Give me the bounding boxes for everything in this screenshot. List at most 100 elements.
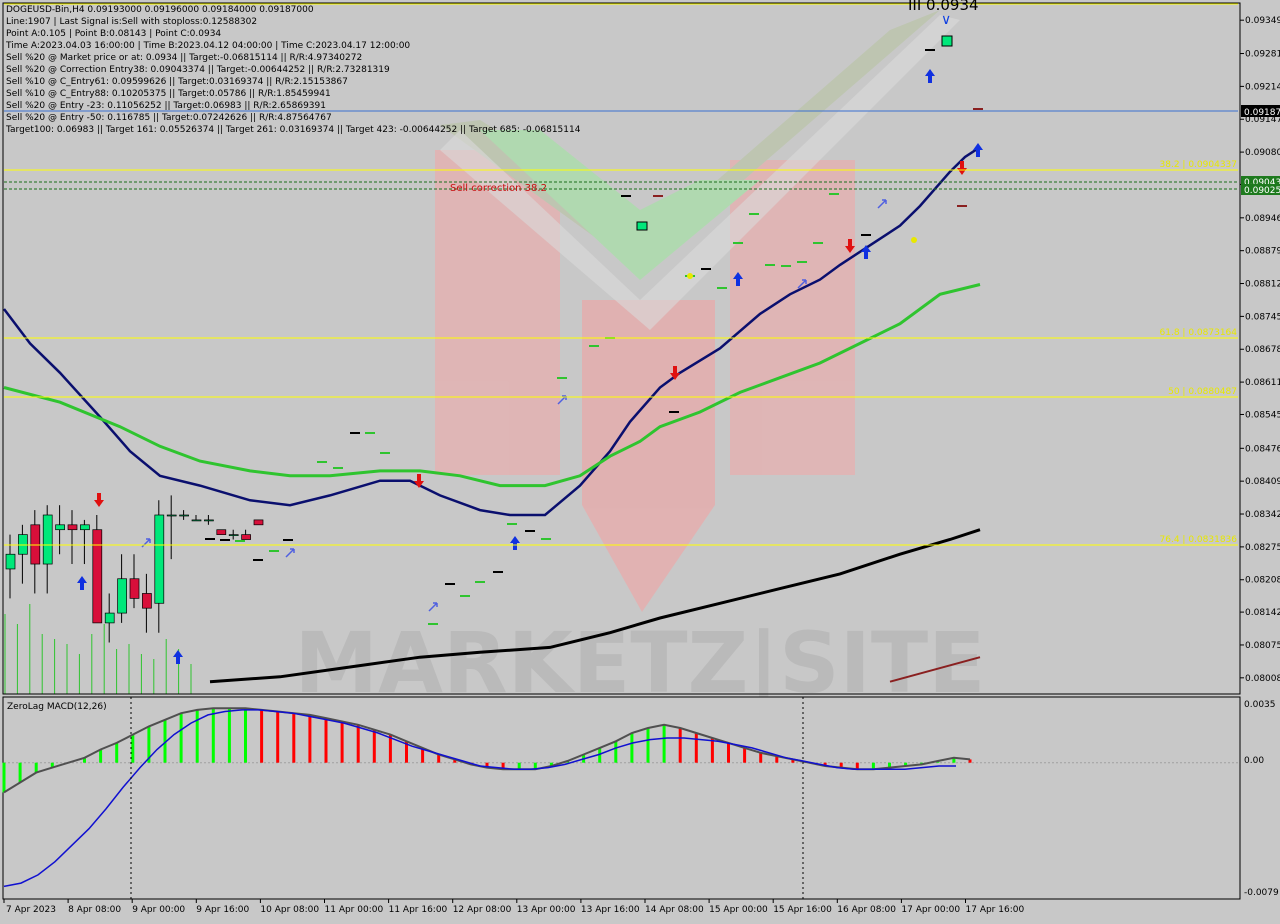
time-label: 11 Apr 16:00 — [389, 905, 448, 915]
signal-dash — [797, 261, 807, 263]
signal-dash — [460, 595, 470, 597]
candle-body — [228, 534, 239, 536]
signal-dash — [701, 268, 711, 270]
candle-body — [191, 519, 202, 522]
price-label: 0.08745 — [1245, 312, 1280, 322]
candle-body — [241, 534, 251, 540]
signal-dash — [653, 195, 663, 197]
sell-correction-label: Sell correction 38.2 — [450, 183, 547, 194]
candle-body — [117, 578, 127, 614]
candle-body — [154, 514, 165, 604]
signal-dash — [365, 432, 375, 434]
signal-dash — [269, 550, 279, 552]
signal-dash — [669, 411, 679, 413]
time-label: 11 Apr 00:00 — [325, 905, 384, 915]
signal-dash — [861, 234, 871, 236]
candle-body — [142, 593, 152, 609]
signal-dash — [220, 539, 230, 541]
price-chart[interactable]: MARKETZ|SITE III 0.0934 ∨ 38.2 | 0.09043… — [0, 0, 1280, 920]
signal-dash — [525, 530, 535, 532]
signal-dash — [475, 581, 485, 583]
time-label: 13 Apr 16:00 — [581, 905, 640, 915]
signal-dash — [428, 623, 438, 625]
time-label: 8 Apr 08:00 — [68, 905, 121, 915]
signal-box — [636, 221, 648, 231]
price-label: 0.08208 — [1245, 576, 1280, 586]
info-panel: DOGEUSD-Bin,H4 0.09193000 0.09196000 0.0… — [6, 4, 580, 136]
level-tag-2-value: 0.09025 — [1244, 186, 1280, 196]
signal-dash — [557, 377, 567, 379]
signal-dash — [205, 538, 215, 540]
time-label: 7 Apr 2023 — [6, 905, 56, 915]
time-label: 12 Apr 08:00 — [453, 905, 512, 915]
time-label: 15 Apr 00:00 — [709, 905, 768, 915]
price-label: 0.09214 — [1245, 82, 1280, 92]
price-label: 0.08275 — [1245, 543, 1280, 553]
star-marker-icon — [687, 273, 693, 279]
time-label: 10 Apr 08:00 — [260, 905, 319, 915]
candle-body — [92, 529, 103, 624]
macd-axis-bottom: -0.0079 — [1244, 888, 1279, 898]
signal-dash — [235, 540, 245, 542]
price-label: 0.08342 — [1245, 510, 1280, 520]
candle-body — [55, 524, 65, 531]
price-label: 0.08008 — [1245, 674, 1280, 684]
price-label: 0.09281 — [1245, 50, 1280, 60]
fib-label-382: 38.2 | 0.0904337 — [1160, 160, 1237, 170]
candle-body — [204, 519, 214, 522]
candle-body — [67, 524, 78, 531]
time-label: 9 Apr 00:00 — [132, 905, 185, 915]
macd-axis-top: 0.0035 — [1244, 700, 1276, 710]
signal-dash — [350, 432, 360, 434]
chart-window: MARKETZ|SITE III 0.0934 ∨ 38.2 | 0.09043… — [0, 0, 1280, 920]
time-label: 13 Apr 00:00 — [517, 905, 576, 915]
signal-dash — [445, 583, 455, 585]
signal-dash — [925, 49, 935, 51]
info-line: Sell %10 @ C_Entry61: 0.09599626 || Targ… — [6, 77, 348, 87]
price-label: 0.08409 — [1245, 477, 1280, 487]
price-label: 0.08678 — [1245, 345, 1280, 355]
signal-dash — [317, 461, 327, 463]
signal-dash — [829, 193, 839, 195]
signal-dash — [493, 571, 503, 573]
signal-dash — [765, 264, 775, 266]
signal-dash — [333, 467, 343, 469]
candle-body — [18, 534, 28, 555]
time-label: 9 Apr 16:00 — [196, 905, 249, 915]
time-label: 17 Apr 00:00 — [901, 905, 960, 915]
candle-body — [166, 514, 177, 517]
info-line: Sell %20 @ Market price or at: 0.0934 ||… — [6, 53, 363, 63]
signal-dash — [507, 523, 517, 525]
signal-dash — [621, 195, 631, 197]
candle-body — [30, 524, 41, 565]
signal-dash — [733, 242, 743, 244]
info-line: Sell %10 @ C_Entry88: 0.10205375 || Targ… — [6, 89, 331, 99]
time-label: 17 Apr 16:00 — [966, 905, 1025, 915]
signal-dash — [749, 213, 759, 215]
price-label: 0.09080 — [1245, 148, 1280, 158]
signal-dash — [380, 452, 390, 454]
info-line: DOGEUSD-Bin,H4 0.09193000 0.09196000 0.0… — [6, 5, 314, 15]
macd-panel-frame — [2, 696, 1241, 900]
price-label: 0.08611 — [1245, 378, 1280, 388]
signal-dash — [283, 539, 293, 541]
signal-dash — [813, 242, 823, 244]
signal-dash — [589, 345, 599, 347]
candle-body — [104, 612, 115, 624]
candle-body — [80, 524, 90, 531]
price-label: 0.08545 — [1245, 410, 1280, 420]
candle-body — [129, 578, 140, 599]
info-line: Line:1907 | Last Signal is:Sell with sto… — [6, 17, 258, 27]
candle-body — [42, 514, 53, 565]
candle-body — [216, 529, 227, 535]
signal-dash — [781, 265, 791, 267]
price-label: 0.08879 — [1245, 247, 1280, 257]
info-line: Sell %20 @ Entry -23: 0.11056252 || Targ… — [6, 101, 326, 111]
price-label: 0.08142 — [1245, 608, 1280, 618]
info-line: Target100: 0.06983 || Target 161: 0.0552… — [6, 125, 581, 135]
current-price-value: 0.09187 — [1244, 108, 1280, 118]
candle-body — [5, 553, 16, 570]
info-line: Sell %20 @ Entry -50: 0.116785 || Target… — [6, 113, 332, 123]
fib-label-764: 76.4 | 0.0831836 — [1160, 535, 1238, 545]
macd-title: ZeroLag MACD(12,26) — [7, 702, 107, 712]
